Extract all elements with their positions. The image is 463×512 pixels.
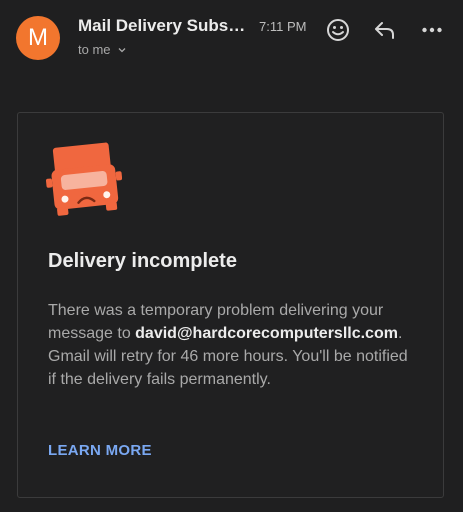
emoji-reaction-icon xyxy=(327,19,349,41)
reply-button[interactable] xyxy=(369,14,401,46)
delivery-truck-icon xyxy=(46,142,122,216)
recipient-email: david@hardcorecomputersllc.com xyxy=(135,325,398,342)
sender-name[interactable]: Mail Delivery Subsystem xyxy=(78,16,250,36)
reply-icon xyxy=(375,22,394,39)
message-header: M Mail Delivery Subsystem 7:11 PM to me xyxy=(0,0,463,80)
message-title: Delivery incomplete xyxy=(48,250,237,272)
recipient-label: to me xyxy=(78,42,111,57)
delivery-status-card: Delivery incomplete There was a temporar… xyxy=(17,112,444,498)
recipient-details-toggle[interactable]: to me xyxy=(78,42,127,57)
learn-more-link[interactable]: LEARN MORE xyxy=(48,442,152,459)
message-time: 7:11 PM xyxy=(259,19,307,34)
emoji-reaction-button[interactable] xyxy=(322,14,354,46)
chevron-down-icon xyxy=(118,47,125,52)
more-options-button[interactable] xyxy=(416,14,448,46)
message-body: There was a temporary problem delivering… xyxy=(48,299,420,391)
more-icon xyxy=(422,27,442,33)
sender-avatar[interactable]: M xyxy=(16,16,60,60)
